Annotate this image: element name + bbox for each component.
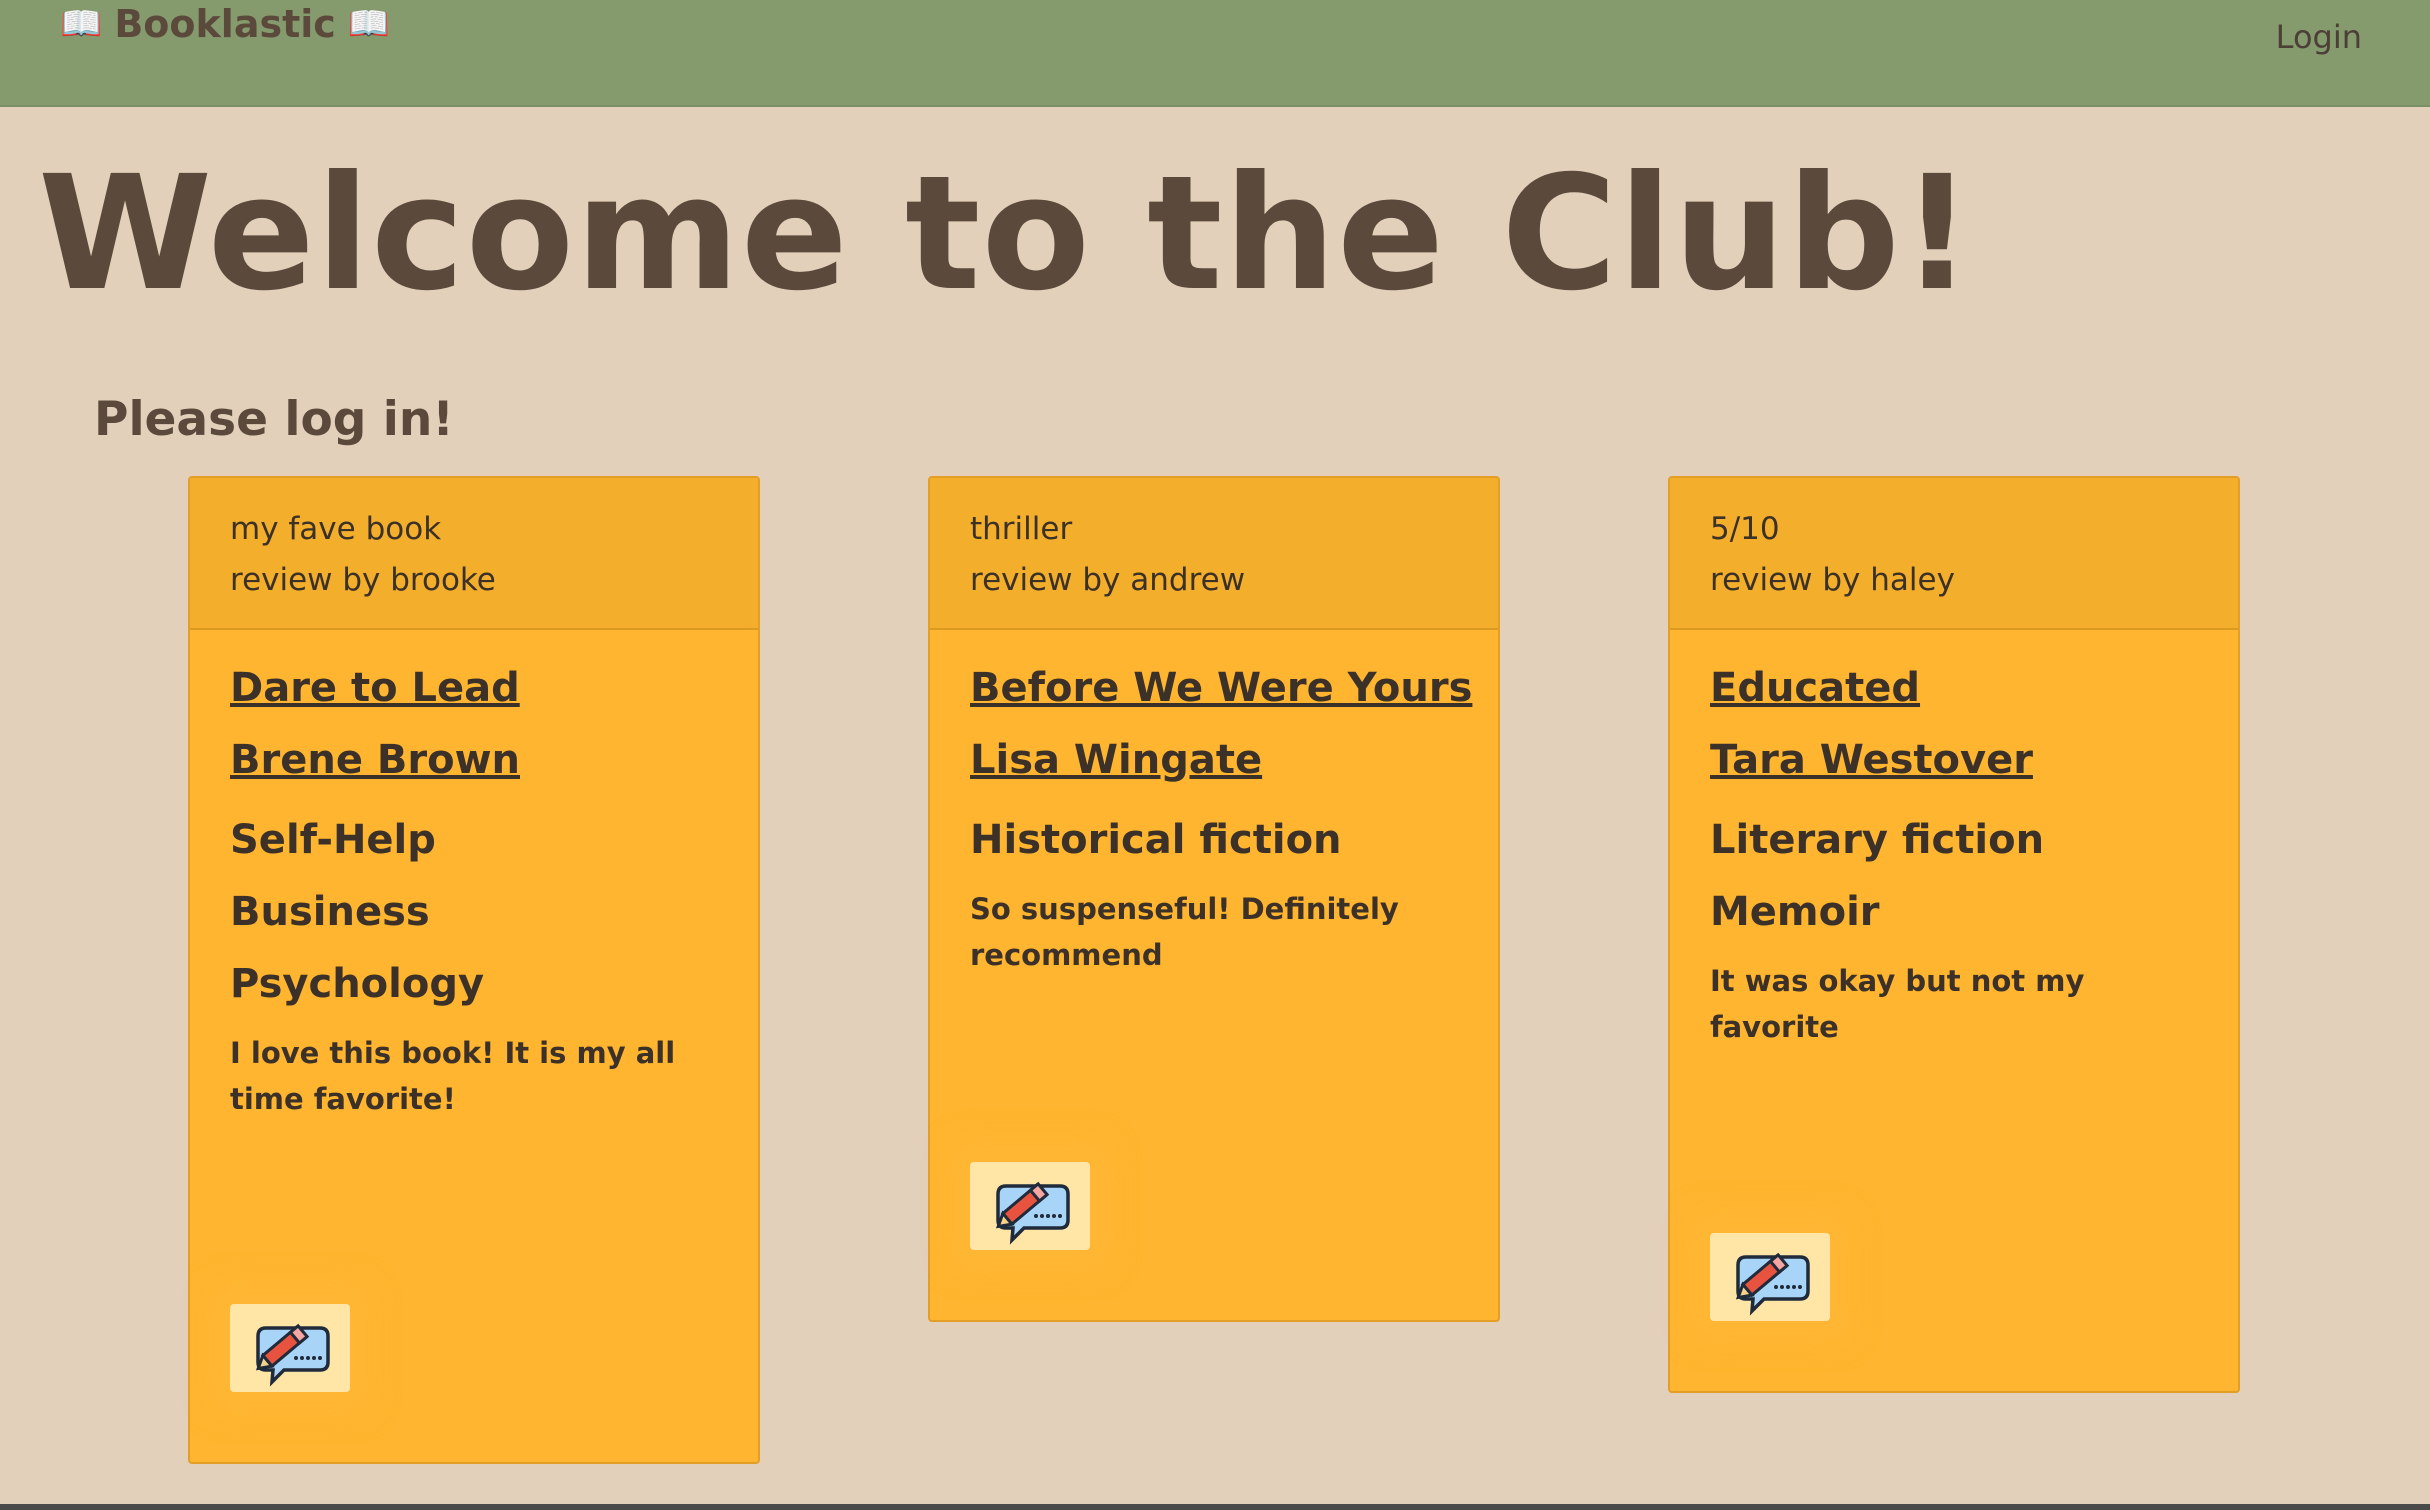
review-author: review by haley bbox=[1710, 562, 1955, 598]
review-text: I love this book! It is my all time favo… bbox=[230, 1036, 676, 1116]
open-book-icon: 📖 bbox=[60, 4, 103, 44]
edit-review-button[interactable] bbox=[1710, 1233, 1830, 1321]
genre-tag: Historical fiction bbox=[970, 817, 1342, 863]
card-body: Dare to Lead Brene Brown Self-Help Busin… bbox=[190, 630, 758, 1462]
login-link[interactable]: Login bbox=[2276, 18, 2362, 56]
book-title-link[interactable]: Dare to Lead bbox=[230, 666, 718, 710]
review-author: review by brooke bbox=[230, 562, 496, 598]
review-text: It was okay but not my favorite bbox=[1710, 964, 2085, 1044]
book-title-link[interactable]: Before We Were Yours bbox=[970, 666, 1472, 710]
book-author-link[interactable]: Tara Westover bbox=[1710, 738, 2198, 782]
card-header: thriller review by andrew bbox=[930, 478, 1498, 630]
review-text: So suspenseful! Definitely recommend bbox=[970, 892, 1399, 972]
genre-tag: Memoir bbox=[1710, 889, 1880, 935]
navbar: 📖 Booklastic 📖 Login bbox=[0, 0, 2430, 107]
edit-review-button[interactable] bbox=[970, 1162, 1090, 1250]
review-card: 5/10 review by haley Educated Tara Westo… bbox=[1668, 476, 2240, 1393]
review-author: review by andrew bbox=[970, 562, 1246, 598]
edit-review-button[interactable] bbox=[230, 1304, 350, 1392]
card-body: Educated Tara Westover Literary fiction … bbox=[1670, 630, 2238, 1391]
window-bottom-edge bbox=[0, 1504, 2430, 1510]
genre-tag: Psychology bbox=[230, 961, 485, 1007]
genre-tag: Self-Help bbox=[230, 817, 436, 863]
page-title: Welcome to the Club! bbox=[38, 142, 1974, 326]
card-body: Before We Were Yours Lisa Wingate Histor… bbox=[930, 630, 1498, 1320]
review-title: 5/10 bbox=[1710, 511, 1780, 547]
genre-tag: Literary fiction bbox=[1710, 817, 2045, 863]
book-author-link[interactable]: Brene Brown bbox=[230, 738, 718, 782]
book-title-link[interactable]: Educated bbox=[1710, 666, 2198, 710]
book-author-link[interactable]: Lisa Wingate bbox=[970, 738, 1458, 782]
review-title: my fave book bbox=[230, 511, 442, 547]
brand[interactable]: 📖 Booklastic 📖 bbox=[60, 2, 390, 46]
review-card: my fave book review by brooke Dare to Le… bbox=[188, 476, 760, 1464]
edit-comment-icon bbox=[995, 1181, 1070, 1245]
card-header: my fave book review by brooke bbox=[190, 478, 758, 630]
card-header: 5/10 review by haley bbox=[1670, 478, 2238, 630]
open-book-icon: 📖 bbox=[347, 4, 391, 44]
review-title: thriller bbox=[970, 511, 1073, 547]
review-card: thriller review by andrew Before We Were… bbox=[928, 476, 1500, 1322]
genre-tag: Business bbox=[230, 889, 430, 935]
login-prompt: Please log in! bbox=[94, 392, 454, 447]
edit-comment-icon bbox=[255, 1323, 330, 1387]
edit-comment-icon bbox=[1735, 1252, 1810, 1316]
brand-name: Booklastic bbox=[114, 2, 336, 46]
